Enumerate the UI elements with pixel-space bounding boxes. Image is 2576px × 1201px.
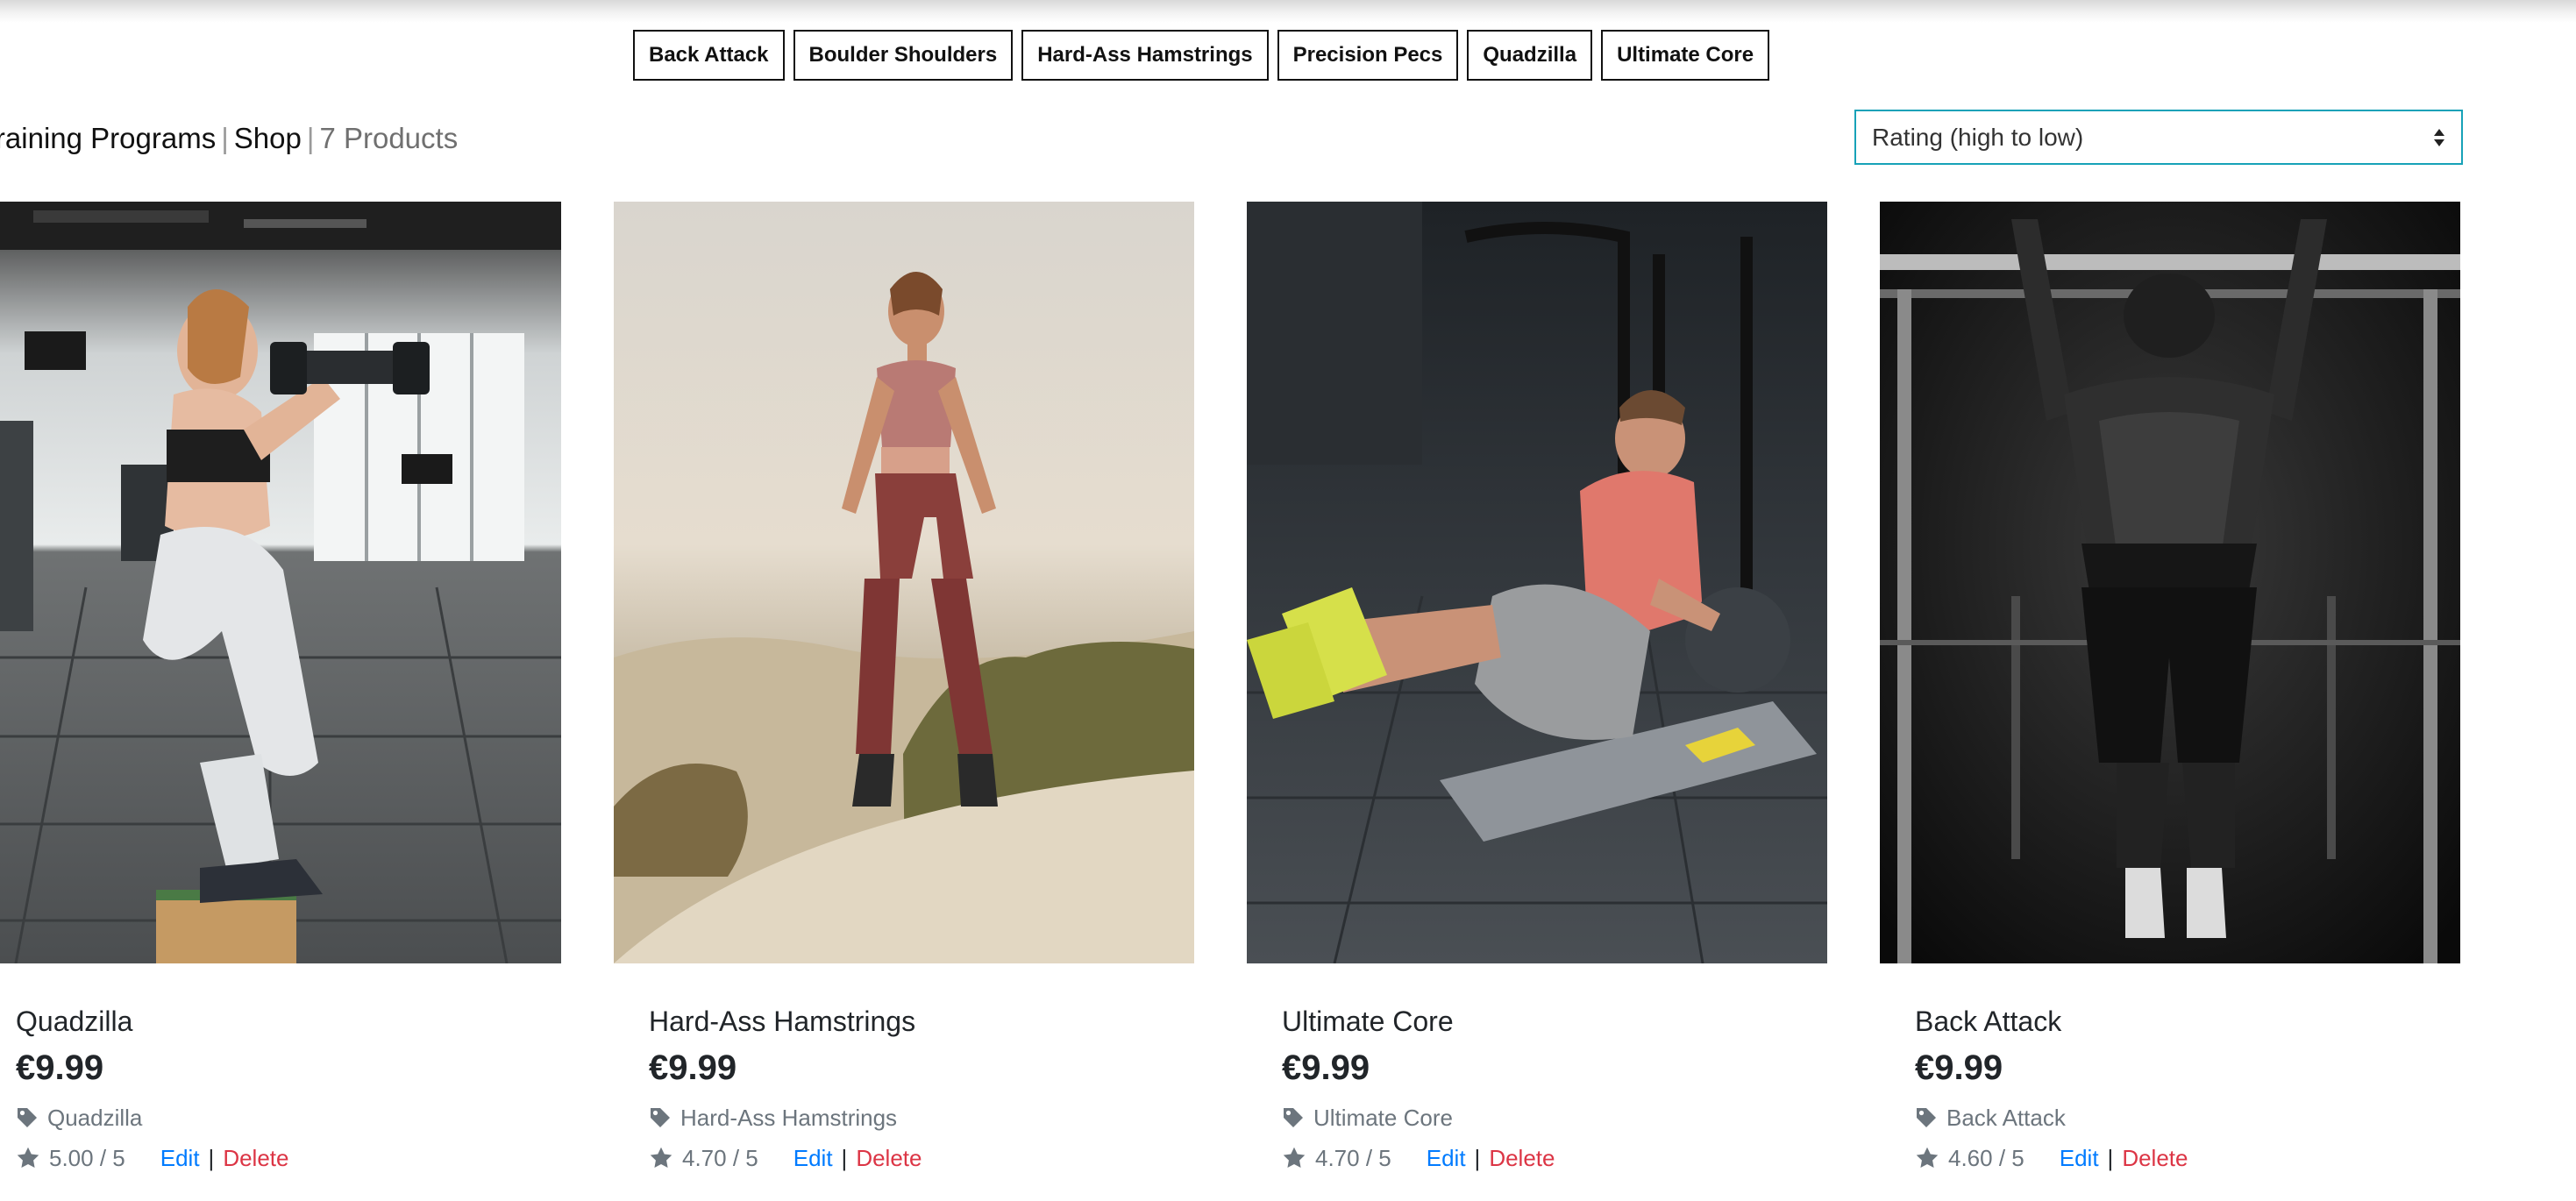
- product-card-back-attack: Back Attack €9.99 Back Attack 4.60 / 5 E…: [1880, 202, 2460, 1172]
- product-image-hard-ass-hamstrings[interactable]: [614, 202, 1194, 963]
- star-icon: [16, 1146, 40, 1170]
- product-info-back-attack: Back Attack €9.99 Back Attack 4.60 / 5 E…: [1880, 1004, 2460, 1172]
- product-category-line: Back Attack: [1915, 1104, 2460, 1132]
- product-price: €9.99: [649, 1048, 737, 1087]
- product-name[interactable]: Hard-Ass Hamstrings: [649, 1004, 1194, 1039]
- product-category-line: Ultimate Core: [1282, 1104, 1827, 1132]
- sort-select[interactable]: Rating (high to low): [1854, 110, 2463, 165]
- action-separator: |: [1474, 1145, 1481, 1171]
- product-image-ultimate-core[interactable]: [1247, 202, 1827, 963]
- product-rating: 4.70 / 5: [1315, 1145, 1391, 1171]
- product-name[interactable]: Quadzilla: [16, 1004, 561, 1039]
- breadcrumb-inner: Training Programs | Shop | 7 Products: [0, 119, 458, 158]
- action-separator: |: [841, 1145, 848, 1171]
- product-image-back-attack[interactable]: [1880, 202, 2460, 963]
- sort-selected-value: Rating (high to low): [1872, 123, 2084, 151]
- product-price: €9.99: [1915, 1048, 2003, 1087]
- delete-link[interactable]: Delete: [2122, 1144, 2188, 1172]
- product-category: Ultimate Core: [1313, 1105, 1453, 1131]
- category-filter-bar: Back Attack Boulder Shoulders Hard-Ass H…: [633, 30, 1770, 81]
- product-category: Back Attack: [1946, 1105, 2066, 1131]
- category-button-boulder-shoulders[interactable]: Boulder Shoulders: [793, 30, 1014, 81]
- product-price: €9.99: [16, 1048, 104, 1087]
- product-info-hard-ass-hamstrings: Hard-Ass Hamstrings €9.99 Hard-Ass Hamst…: [614, 1004, 1194, 1172]
- product-rating: 4.70 / 5: [682, 1145, 758, 1171]
- tag-icon: [1915, 1106, 1938, 1129]
- product-category-line: Hard-Ass Hamstrings: [649, 1104, 1194, 1132]
- breadcrumb-separator: |: [306, 122, 315, 154]
- delete-link[interactable]: Delete: [856, 1144, 922, 1172]
- star-icon: [1282, 1146, 1306, 1170]
- product-rating-line: 4.70 / 5 Edit | Delete: [649, 1144, 1194, 1172]
- tag-icon: [1282, 1106, 1305, 1129]
- product-info-quadzilla: Quadzilla €9.99 Quadzilla 5.00 / 5 Edit …: [0, 1004, 561, 1172]
- tag-icon: [649, 1106, 672, 1129]
- category-button-hard-ass-hamstrings[interactable]: Hard-Ass Hamstrings: [1021, 30, 1269, 81]
- product-card-quadzilla: Quadzilla €9.99 Quadzilla 5.00 / 5 Edit …: [0, 202, 561, 1172]
- product-category: Quadzilla: [47, 1105, 143, 1131]
- shop-page: Back Attack Boulder Shoulders Hard-Ass H…: [0, 0, 2576, 1201]
- tag-icon: [16, 1106, 39, 1129]
- product-rating-line: 4.60 / 5 Edit | Delete: [1915, 1144, 2460, 1172]
- action-separator: |: [2107, 1145, 2114, 1171]
- star-icon: [1915, 1146, 1939, 1170]
- edit-link[interactable]: Edit: [1427, 1144, 1466, 1172]
- product-rating: 5.00 / 5: [49, 1145, 125, 1171]
- breadcrumb: Training Programs | Shop | 7 Products: [0, 119, 649, 158]
- category-button-back-attack[interactable]: Back Attack: [633, 30, 785, 81]
- action-separator: |: [208, 1145, 215, 1171]
- product-card-hard-ass-hamstrings: Hard-Ass Hamstrings €9.99 Hard-Ass Hamst…: [614, 202, 1194, 1172]
- breadcrumb-shop[interactable]: Shop: [234, 122, 302, 154]
- product-price: €9.99: [1282, 1048, 1370, 1087]
- product-image-quadzilla[interactable]: [0, 202, 561, 963]
- product-rating: 4.60 / 5: [1948, 1145, 2025, 1171]
- product-category: Hard-Ass Hamstrings: [680, 1105, 898, 1131]
- product-card-ultimate-core: Ultimate Core €9.99 Ultimate Core 4.70 /…: [1247, 202, 1827, 1172]
- edit-link[interactable]: Edit: [2060, 1144, 2099, 1172]
- product-name[interactable]: Ultimate Core: [1282, 1004, 1827, 1039]
- sort-arrows-icon: [2433, 128, 2445, 147]
- breadcrumb-training-programs[interactable]: Training Programs: [0, 122, 216, 154]
- star-icon: [649, 1146, 673, 1170]
- category-button-quadzilla[interactable]: Quadzilla: [1467, 30, 1593, 81]
- product-name[interactable]: Back Attack: [1915, 1004, 2460, 1039]
- edit-link[interactable]: Edit: [160, 1144, 200, 1172]
- product-count: 7 Products: [319, 122, 459, 154]
- edit-link[interactable]: Edit: [793, 1144, 833, 1172]
- product-info-ultimate-core: Ultimate Core €9.99 Ultimate Core 4.70 /…: [1247, 1004, 1827, 1172]
- category-button-ultimate-core[interactable]: Ultimate Core: [1601, 30, 1770, 81]
- product-rating-line: 4.70 / 5 Edit | Delete: [1282, 1144, 1827, 1172]
- category-button-precision-pecs[interactable]: Precision Pecs: [1277, 30, 1459, 81]
- delete-link[interactable]: Delete: [223, 1144, 288, 1172]
- product-rating-line: 5.00 / 5 Edit | Delete: [16, 1144, 561, 1172]
- breadcrumb-separator: |: [221, 122, 229, 154]
- top-shadow: [0, 0, 2576, 23]
- product-category-line: Quadzilla: [16, 1104, 561, 1132]
- delete-link[interactable]: Delete: [1489, 1144, 1555, 1172]
